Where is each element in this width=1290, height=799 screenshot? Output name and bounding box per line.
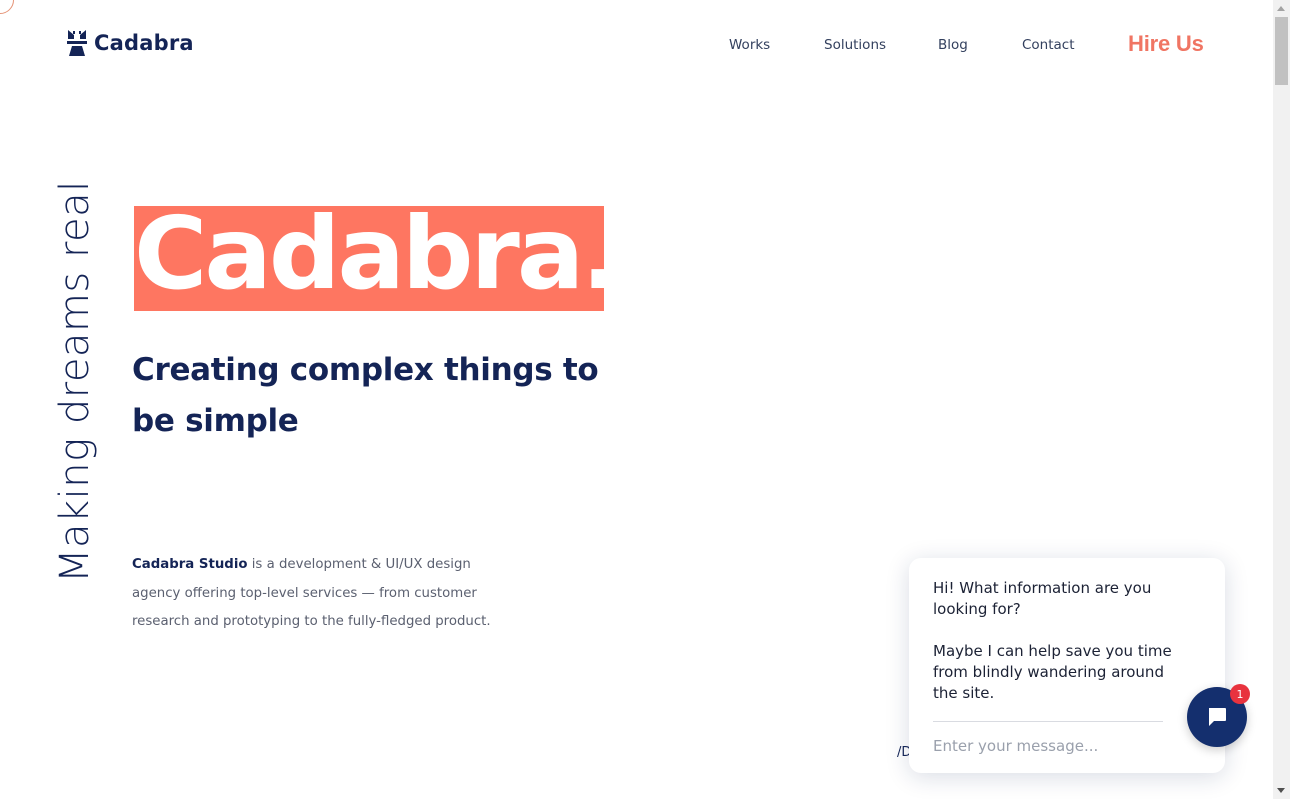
nav-link-solutions[interactable]: Solutions	[824, 37, 886, 53]
page: Cadabra Works Solutions Blog Contact Hir…	[0, 0, 1273, 799]
hero-tagline: Creating complex things to be simple	[132, 352, 599, 439]
chat-popup: Hi! What information are you looking for…	[909, 558, 1225, 773]
hero-description: Cadabra Studio is a development & UI/UX …	[132, 551, 512, 637]
notification-badge: 1	[1230, 684, 1250, 704]
nav-link-blog[interactable]: Blog	[938, 37, 968, 53]
nav-link-contact[interactable]: Contact	[1022, 37, 1075, 53]
nav-link-works[interactable]: Works	[729, 37, 770, 53]
main-nav: Works Solutions Blog Contact Hire Us	[0, 31, 1273, 57]
hire-us-button[interactable]: Hire Us	[1128, 31, 1204, 57]
scroll-up-arrow-icon[interactable]	[1277, 6, 1285, 11]
chat-message: Hi! What information are you looking for…	[933, 578, 1173, 725]
chat-bubble-icon	[1209, 708, 1226, 726]
hero-brand-banner: Cadabra.	[134, 206, 604, 311]
vertical-slogan: Making dreams real	[52, 180, 98, 583]
chat-message-line-2: Maybe I can help save you time from blin…	[933, 642, 1172, 702]
hero-brand-word: Cadabra.	[134, 206, 604, 311]
scrollbar-thumb[interactable]	[1275, 17, 1288, 85]
chat-message-input[interactable]	[933, 734, 1163, 758]
vertical-scrollbar[interactable]	[1273, 0, 1290, 799]
description-strong: Cadabra Studio	[132, 557, 248, 572]
cursor-indicator	[0, 0, 14, 14]
chat-message-line-1: Hi! What information are you looking for…	[933, 579, 1152, 618]
scroll-down-arrow-icon[interactable]	[1277, 788, 1285, 793]
chat-divider	[933, 721, 1163, 722]
